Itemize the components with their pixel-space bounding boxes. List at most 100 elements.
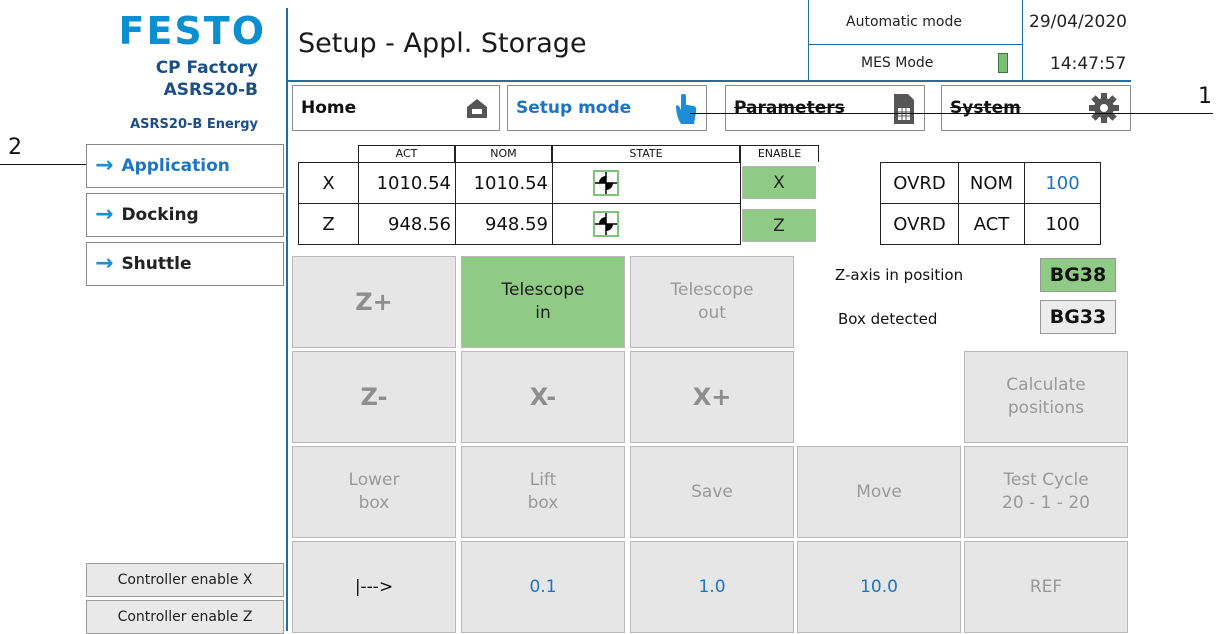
enable-x-button[interactable]: X: [742, 166, 816, 199]
button-label: X-: [529, 382, 557, 411]
column-header-enable: ENABLE: [740, 145, 819, 162]
mes-mode-label: MES Mode: [861, 55, 934, 71]
button-label: Move: [856, 481, 902, 502]
sidebar-item-label: Application: [121, 156, 230, 176]
button-label: REF: [1029, 576, 1063, 597]
document-table-icon: [894, 94, 914, 124]
tab-system[interactable]: System: [941, 85, 1131, 131]
automatic-mode-label: Automatic mode: [846, 14, 962, 30]
divider-header: [286, 80, 1131, 82]
axis-label: Z: [298, 203, 359, 245]
button-label: X+: [692, 382, 732, 411]
button-label: Telescope out: [670, 280, 754, 323]
z-axis-in-position-label: Z-axis in position: [835, 266, 964, 284]
state-cell: [552, 203, 741, 245]
time-display: 14:47:57: [1050, 54, 1127, 74]
override-table: OVRD NOM 100 OVRD ACT 100: [880, 162, 1101, 245]
sidebar-item-docking[interactable]: → Docking: [86, 193, 284, 237]
button-label: |--->: [354, 576, 394, 597]
target-icon: [593, 170, 619, 196]
act-value: 1010.54: [358, 162, 456, 204]
test-cycle-button[interactable]: Test Cycle 20 - 1 - 20: [964, 446, 1128, 538]
button-label: 0.1: [529, 576, 557, 597]
step-0-1-button[interactable]: 0.1: [461, 541, 625, 633]
lift-box-button[interactable]: Lift box: [461, 446, 625, 538]
controller-enable-x-button[interactable]: Controller enable X: [86, 563, 284, 597]
callout-number-2: 2: [8, 135, 22, 160]
tab-label: System: [950, 98, 1021, 118]
calculate-positions-button[interactable]: Calculate positions: [964, 351, 1128, 443]
ovrd-nom-value[interactable]: 100: [1024, 162, 1101, 204]
column-header-state: STATE: [552, 145, 740, 162]
box-detected-label: Box detected: [838, 310, 938, 328]
arrow-right-icon: →: [95, 251, 114, 276]
arrow-right-icon: →: [95, 153, 114, 178]
move-button[interactable]: Move: [797, 446, 961, 538]
controller-enable-z-button[interactable]: Controller enable Z: [86, 600, 284, 634]
sidebar-item-label: Docking: [121, 205, 199, 225]
table-row: Z 948.56 948.59: [298, 203, 741, 245]
tab-home[interactable]: Home: [292, 85, 500, 131]
enable-z-button[interactable]: Z: [742, 209, 816, 242]
sidebar-item-application[interactable]: → Application: [86, 144, 284, 188]
jog-mode-button[interactable]: |--->: [292, 541, 456, 633]
mes-mode-indicator: [998, 53, 1008, 73]
x-plus-button[interactable]: X+: [630, 351, 794, 443]
arrow-right-icon: →: [95, 202, 114, 227]
ovrd-label: OVRD: [880, 162, 959, 204]
callout-line-1: [690, 113, 1213, 114]
save-button[interactable]: Save: [630, 446, 794, 538]
gear-icon: [1089, 93, 1119, 123]
button-label: 10.0: [860, 576, 898, 597]
button-label: Lower box: [348, 470, 400, 513]
tab-label: Parameters: [734, 98, 845, 118]
tab-parameters[interactable]: Parameters: [725, 85, 925, 131]
z-plus-button[interactable]: Z+: [292, 256, 456, 348]
step-1-0-button[interactable]: 1.0: [630, 541, 794, 633]
status-badge-bg33: BG33: [1040, 300, 1116, 334]
status-badge-bg38: BG38: [1040, 258, 1116, 292]
ovrd-type: NOM: [958, 162, 1025, 204]
divider-vertical: [286, 8, 288, 631]
column-header-act: ACT: [358, 145, 455, 162]
header-separator: [808, 44, 1022, 45]
ref-button[interactable]: REF: [964, 541, 1128, 633]
z-minus-button[interactable]: Z-: [292, 351, 456, 443]
date-display: 29/04/2020: [1029, 12, 1127, 32]
act-value: 948.56: [358, 203, 456, 245]
x-minus-button[interactable]: X-: [461, 351, 625, 443]
page-title: Setup - Appl. Storage: [298, 28, 587, 59]
axis-label: X: [298, 162, 359, 204]
button-label: Z+: [355, 287, 393, 316]
state-cell: [552, 162, 741, 204]
telescope-in-button[interactable]: Telescope in: [461, 256, 625, 348]
tab-setup-mode[interactable]: Setup mode: [507, 85, 707, 131]
tab-label: Home: [301, 98, 357, 118]
festo-logo: FESTO: [118, 9, 266, 53]
house-icon: [467, 99, 487, 118]
ovrd-label: OVRD: [880, 203, 959, 245]
position-table: X 1010.54 1010.54 Z 948.56 948.59: [298, 162, 741, 245]
button-label: 1.0: [698, 576, 726, 597]
table-row: X 1010.54 1010.54: [298, 162, 741, 204]
brand-line-1: CP Factory: [155, 58, 258, 78]
hand-pointer-icon: [675, 94, 697, 124]
sidebar-item-shuttle[interactable]: → Shuttle: [86, 242, 284, 286]
header-separator: [1022, 0, 1023, 80]
sidebar-item-label: Shuttle: [121, 254, 192, 274]
button-label: Z-: [360, 382, 388, 411]
nom-value: 1010.54: [455, 162, 553, 204]
brand-line-3: ASRS20-B Energy: [130, 117, 258, 132]
button-label: Telescope in: [501, 280, 585, 323]
telescope-out-button[interactable]: Telescope out: [630, 256, 794, 348]
tab-label: Setup mode: [516, 98, 632, 118]
button-label: Calculate positions: [1006, 375, 1086, 418]
step-10-0-button[interactable]: 10.0: [797, 541, 961, 633]
target-icon: [593, 211, 619, 237]
callout-number-1: 1: [1198, 84, 1212, 109]
header-separator: [808, 0, 809, 80]
column-header-nom: NOM: [455, 145, 552, 162]
lower-box-button[interactable]: Lower box: [292, 446, 456, 538]
table-row: OVRD NOM 100: [880, 162, 1101, 204]
button-label: Save: [691, 481, 733, 502]
